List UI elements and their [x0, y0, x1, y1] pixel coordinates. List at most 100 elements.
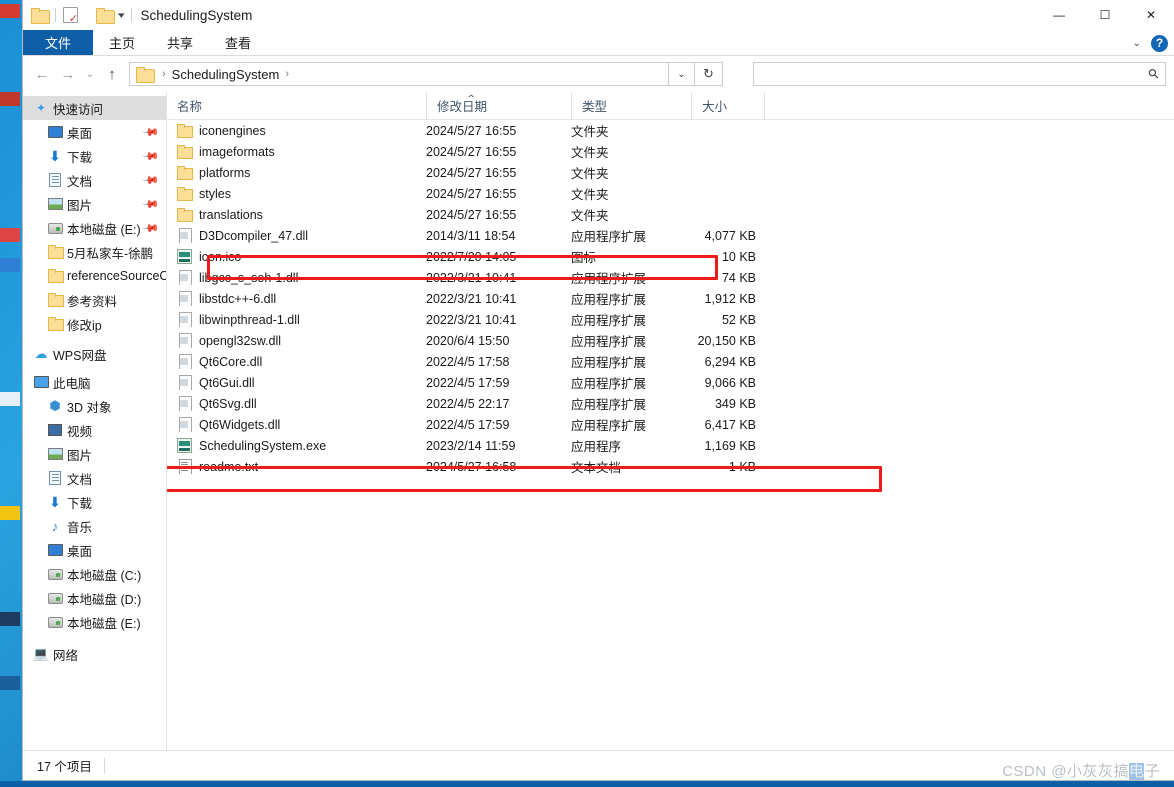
sidebar-item-local-disk-e-quick[interactable]: 本地磁盘 (E:) 📌 [23, 216, 166, 240]
tab-view[interactable]: 查看 [209, 30, 267, 55]
table-row[interactable]: D3Dcompiler_47.dll 2014/3/11 18:54 应用程序扩展 4… [167, 225, 1174, 246]
sidebar-item-documents[interactable]: 文档 📌 [23, 168, 166, 192]
file-type-cell: 应用程序扩展 [571, 272, 647, 286]
sort-ascending-icon: ⌃ [465, 94, 478, 105]
tab-home[interactable]: 主页 [93, 30, 151, 55]
sidebar-item-this-pc[interactable]: 此电脑 [23, 370, 166, 394]
column-header-name[interactable]: 名称 [167, 92, 426, 120]
sidebar-item-pictures[interactable]: 图片 📌 [23, 192, 166, 216]
folder-icon [177, 144, 193, 159]
sidebar-item-pictures-pc[interactable]: 图片 [23, 442, 166, 466]
ribbon-right-controls: ⌄ ? [1133, 30, 1168, 56]
file-name-cell: libgcc_s_seh-1.dll [167, 270, 426, 285]
maximize-button[interactable]: ☐ [1082, 0, 1128, 30]
desktop-icon-smear [0, 392, 20, 406]
desktop-icon-smear [0, 228, 20, 242]
table-row[interactable]: SchedulingSystem.exe 2023/2/14 11:59 应用程序 1… [167, 435, 1174, 456]
document-icon [45, 471, 65, 485]
table-row[interactable]: platforms 2024/5/27 16:55 文件夹 [167, 162, 1174, 183]
new-folder-icon[interactable] [96, 8, 115, 24]
properties-icon[interactable] [63, 7, 78, 25]
table-row[interactable]: Qt6Svg.dll 2022/4/5 22:17 应用程序扩展 349 KB [167, 393, 1174, 414]
sidebar-item-label: 修改ip [67, 318, 102, 333]
file-explorer-window: ▾ SchedulingSystem — ☐ ✕ 文件 主页 共享 查看 ⌄ ?… [22, 0, 1174, 781]
minimize-button[interactable]: — [1036, 0, 1082, 30]
pin-icon[interactable]: 📌 [142, 195, 161, 213]
file-name-cell: SchedulingSystem.exe [167, 438, 426, 453]
recent-locations-button[interactable]: ⌄ [81, 61, 99, 87]
table-row[interactable]: styles 2024/5/27 16:55 文件夹 [167, 183, 1174, 204]
dll-icon [177, 312, 192, 327]
qat-divider-2 [130, 8, 132, 22]
file-date-cell: 2022/4/5 17:59 [426, 375, 510, 390]
help-icon[interactable]: ? [1151, 34, 1168, 52]
table-row[interactable]: imageformats 2024/5/27 16:55 文件夹 [167, 141, 1174, 162]
table-row[interactable]: readme.txt 2024/5/27 16:58 文本文档 1 KB [167, 456, 1174, 477]
sidebar-item-wps-cloud[interactable]: ☁ WPS网盘 [23, 342, 166, 366]
sidebar-item-network[interactable]: 💻 网络 [23, 642, 166, 666]
table-row[interactable]: icon.ico 2022/7/20 14:05 图标 10 KB [167, 246, 1174, 267]
pin-icon[interactable]: 📌 [142, 171, 161, 189]
column-header-type[interactable]: 类型 [571, 92, 691, 120]
sidebar-item-quick-access[interactable]: ✦ 快速访问 [23, 96, 166, 120]
pin-icon[interactable]: 📌 [142, 219, 161, 237]
table-row[interactable]: libgcc_s_seh-1.dll 2022/3/21 10:41 应用程序扩展 7… [167, 267, 1174, 288]
file-size-cell: 1,169 KB [704, 438, 756, 453]
pc-icon [31, 376, 51, 388]
cloud-icon: ☁ [34, 346, 48, 361]
sidebar-item-3d-objects[interactable]: ⬢ 3D 对象 [23, 394, 166, 418]
sidebar-item-folder-2[interactable]: referenceSourceC [23, 264, 166, 288]
search-box[interactable]: ⚲ [753, 62, 1166, 86]
up-button[interactable]: ↑ [99, 61, 125, 87]
tab-share[interactable]: 共享 [151, 30, 209, 55]
file-date-cell: 2022/3/21 10:41 [426, 270, 517, 285]
sidebar-item-folder-4[interactable]: 修改ip [23, 312, 166, 336]
qat-divider [55, 8, 56, 22]
close-button[interactable]: ✕ [1128, 0, 1174, 30]
sidebar-item-downloads[interactable]: ⬇ 下载 📌 [23, 144, 166, 168]
table-row[interactable]: Qt6Core.dll 2022/4/5 17:58 应用程序扩展 6,294 KB [167, 351, 1174, 372]
pin-icon[interactable]: 📌 [142, 147, 161, 165]
file-name-label: icon.ico [199, 249, 242, 264]
sidebar-item-local-disk-e[interactable]: 本地磁盘 (E:) [23, 610, 166, 634]
sidebar-item-documents-pc[interactable]: 文档 [23, 466, 166, 490]
table-row[interactable]: Qt6Widgets.dll 2022/4/5 17:59 应用程序扩展 6,417 … [167, 414, 1174, 435]
search-input[interactable] [760, 66, 1150, 82]
tab-file[interactable]: 文件 [23, 30, 94, 55]
sidebar-item-desktop-pc[interactable]: 桌面 [23, 538, 166, 562]
sidebar-item-music[interactable]: ♪ 音乐 [23, 514, 166, 538]
table-row[interactable]: Qt6Gui.dll 2022/4/5 17:59 应用程序扩展 9,066 KB [167, 372, 1174, 393]
sidebar-item-downloads-pc[interactable]: ⬇ 下载 [23, 490, 166, 514]
pin-icon[interactable]: 📌 [142, 123, 161, 141]
dll-icon [177, 228, 192, 243]
sidebar-item-videos[interactable]: 视频 [23, 418, 166, 442]
forward-button[interactable]: → [55, 61, 81, 87]
breadcrumb-path[interactable]: SchedulingSystem [172, 67, 280, 82]
file-name-label: D3Dcompiler_47.dll [199, 228, 309, 243]
breadcrumb-separator-trailing[interactable]: › [285, 68, 289, 80]
table-row[interactable]: iconengines 2024/5/27 16:55 文件夹 [167, 120, 1174, 141]
address-dropdown-button[interactable]: ⌄ [669, 62, 695, 86]
sidebar-item-local-disk-c[interactable]: 本地磁盘 (C:) [23, 562, 166, 586]
table-row[interactable]: translations 2024/5/27 16:55 文件夹 [167, 204, 1174, 225]
sidebar-item-folder-3[interactable]: 参考资料 [23, 288, 166, 312]
table-row[interactable]: libwinpthread-1.dll 2022/3/21 10:41 应用程序扩展… [167, 309, 1174, 330]
video-icon [45, 424, 65, 436]
file-name-label: SchedulingSystem.exe [199, 438, 327, 453]
chevron-down-icon[interactable]: ⌄ [1133, 38, 1141, 49]
table-row[interactable]: libstdc++-6.dll 2022/3/21 10:41 应用程序扩展 1,91… [167, 288, 1174, 309]
column-header-date[interactable]: 修改日期 [426, 92, 571, 120]
refresh-button[interactable]: ↻ [695, 62, 723, 86]
breadcrumb[interactable]: › SchedulingSystem › [129, 62, 669, 86]
sidebar-item-folder-1[interactable]: 5月私家车-徐鹏 [23, 240, 166, 264]
file-date-cell: 2024/5/27 16:58 [426, 459, 517, 474]
file-date-cell: 2023/2/14 11:59 [426, 438, 516, 453]
sidebar-item-desktop[interactable]: 桌面 📌 [23, 120, 166, 144]
column-header-size[interactable]: 大小 [691, 92, 764, 120]
sidebar-item-local-disk-d[interactable]: 本地磁盘 (D:) [23, 586, 166, 610]
table-row[interactable]: opengl32sw.dll 2020/6/4 15:50 应用程序扩展 20,150… [167, 330, 1174, 351]
chevron-down-icon[interactable]: ▾ [118, 10, 125, 21]
dll-icon [177, 354, 192, 369]
download-icon: ⬇ [49, 147, 61, 164]
back-button[interactable]: ← [29, 61, 55, 87]
